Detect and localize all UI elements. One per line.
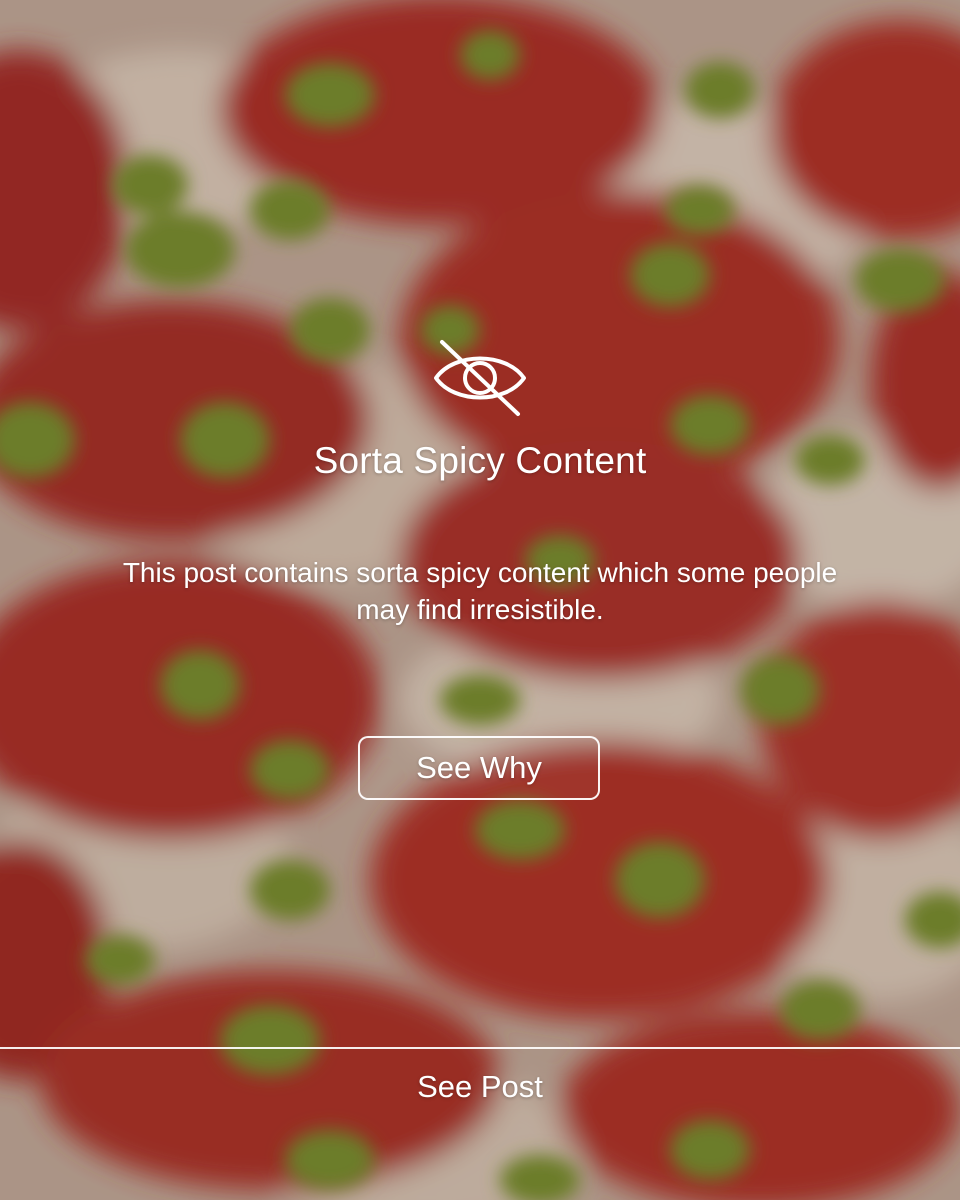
see-post-button[interactable]: See Post [0,1049,960,1124]
eye-slash-icon [434,340,526,416]
sensitive-content-screen: Sorta Spicy Content This post contains s… [0,0,960,1200]
warning-title: Sorta Spicy Content [313,440,647,481]
warning-description: This post contains sorta spicy content w… [122,557,838,625]
see-why-button[interactable]: See Why [358,736,600,800]
